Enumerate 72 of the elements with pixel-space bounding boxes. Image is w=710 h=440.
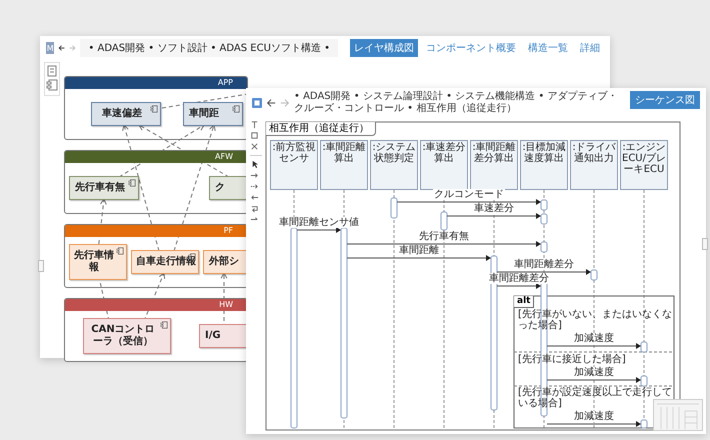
collapse-handle[interactable] xyxy=(702,238,708,250)
message-label: 車間距離差分 xyxy=(488,273,550,284)
breadcrumb: • ADAS開発 • システム論理設計 • システム機能構造 • アダプティブ・クルーズ・コントロール • 相互作用（追従走行） xyxy=(294,91,618,115)
activation-bar xyxy=(390,198,398,218)
participant-header[interactable]: :目標加減速度算出 xyxy=(520,140,568,190)
message-arrow-icon[interactable] xyxy=(250,171,259,180)
component-box[interactable]: 車速偏差 xyxy=(91,102,161,126)
activation-bar xyxy=(540,214,548,224)
layer-header: PF xyxy=(65,225,247,237)
component-box[interactable]: CANコントローラ（受信） xyxy=(83,318,171,354)
component-icon xyxy=(128,179,136,187)
participant-header[interactable]: :車速差分算出 xyxy=(420,140,468,190)
activation-bar xyxy=(540,200,548,210)
close-icon[interactable] xyxy=(250,142,259,151)
message-label: 加減速度 xyxy=(573,411,615,422)
app-icon xyxy=(252,98,262,108)
component-icon xyxy=(160,321,168,329)
component-box[interactable]: 車間距 xyxy=(183,102,243,126)
diagram-icon[interactable] xyxy=(46,65,58,77)
participant-header[interactable]: :車間距離算出 xyxy=(320,140,368,190)
message-arrow xyxy=(496,283,541,289)
diagram-title: 相互作用（追従走行） xyxy=(266,122,376,136)
self-message-icon[interactable] xyxy=(250,204,259,213)
message-label: 車間距離センサ値 xyxy=(278,217,360,228)
message-label: 車間距離 xyxy=(398,245,440,256)
tab[interactable]: レイヤ構成図 xyxy=(350,39,418,57)
component-icon xyxy=(150,105,158,113)
fragment-label: alt xyxy=(514,296,534,308)
message-label: 車間距離差分 xyxy=(513,259,575,270)
collapse-handle[interactable] xyxy=(38,260,44,272)
rectangle-icon[interactable] xyxy=(250,131,259,140)
component-box[interactable]: I/G xyxy=(199,324,247,348)
app-icon: M xyxy=(46,42,54,54)
guard-condition: [先行車に接近した場合] xyxy=(518,354,627,365)
dashed-arrow-icon[interactable] xyxy=(250,182,259,191)
message-label: 車速差分 xyxy=(473,203,515,214)
breadcrumb: • ADAS開発 • ソフト設計 • ADAS ECUソフト構造 • xyxy=(80,39,338,57)
component-icon[interactable] xyxy=(46,79,58,91)
back-arrow-icon[interactable] xyxy=(266,98,276,108)
layer-header: AFW xyxy=(65,151,247,163)
message-label: クルコンモード xyxy=(433,189,505,200)
participant-header[interactable]: :エンジンECU/ブレーキECU xyxy=(620,140,668,190)
activation-bar xyxy=(640,420,648,428)
sequence-diagram-button[interactable]: シーケンス図 xyxy=(630,91,700,109)
layer-header: APP xyxy=(65,77,247,89)
message-arrow xyxy=(296,227,341,233)
component-box[interactable]: 先行車情報 xyxy=(69,244,127,280)
activation-bar xyxy=(440,212,448,230)
participant-header[interactable]: :車間距離差分算出 xyxy=(470,140,518,190)
guard-condition: [先行車がいない、またはいなくなった場合] xyxy=(518,309,672,331)
activation-bar xyxy=(640,376,648,386)
message-label: 加減速度 xyxy=(573,367,615,378)
guard-condition: [先行車が設定速度以上で走行している場合] xyxy=(518,387,672,409)
message-label: 加減速度 xyxy=(573,333,615,344)
component-icon xyxy=(232,105,240,113)
activation-bar xyxy=(540,242,548,252)
component-icon xyxy=(116,247,124,255)
participant-header[interactable]: :システム状態判定 xyxy=(370,140,418,190)
message-label: 先行車有無 xyxy=(418,231,470,242)
activation-bar xyxy=(590,270,598,280)
return-arrow-icon[interactable] xyxy=(250,193,259,202)
participant-header[interactable]: :ドライバ通知出力 xyxy=(570,140,618,190)
back-arrow-icon[interactable] xyxy=(58,43,66,53)
component-box[interactable]: 自車走行情報 xyxy=(131,250,199,274)
component-box[interactable]: 外部シ xyxy=(203,250,247,274)
pointer-icon[interactable] xyxy=(250,160,259,169)
component-box[interactable]: ク xyxy=(209,176,247,200)
text-tool-icon[interactable] xyxy=(250,120,259,129)
component-box[interactable]: 先行車有無 xyxy=(69,176,139,200)
activation-bar xyxy=(640,342,648,352)
layer-header: HW xyxy=(65,299,247,311)
participant-header[interactable]: :前方監視センサ xyxy=(270,140,318,190)
